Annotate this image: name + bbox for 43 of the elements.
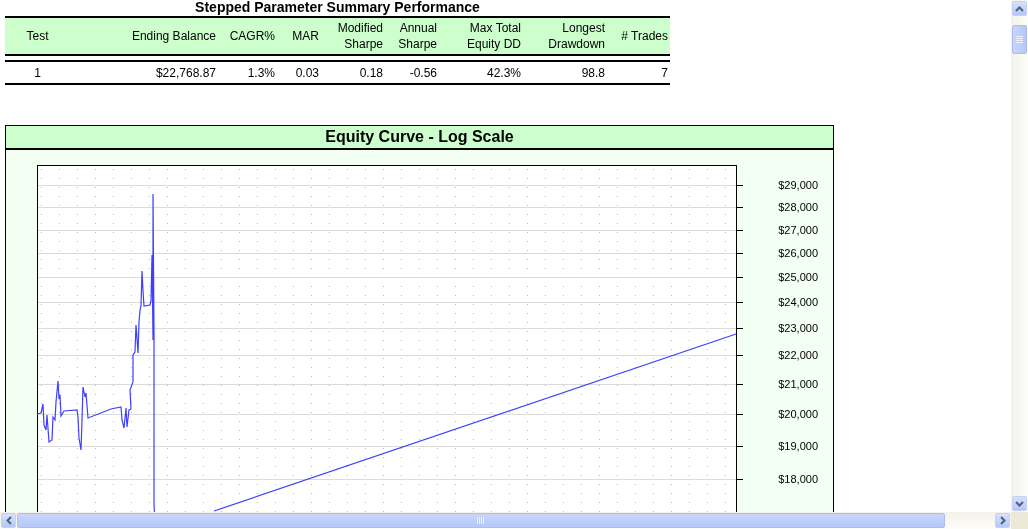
column-header: # Trades (620, 28, 669, 44)
table-cell-text: 1.3% (246, 64, 276, 81)
y-axis-label: $20,000 (778, 408, 818, 420)
scroll-right-button[interactable] (995, 513, 1010, 528)
scrollbar-corner (1011, 512, 1028, 529)
scroll-up-button[interactable] (1012, 1, 1027, 16)
y-axis-label: $27,000 (778, 224, 818, 236)
y-axis-label: $24,000 (778, 296, 818, 308)
scrollbar-thumb[interactable] (1012, 25, 1027, 54)
column-header: Annual Sharpe (397, 20, 438, 52)
table-cell-text: 42.3% (485, 64, 522, 81)
table-cell-text: 0.18 (358, 64, 384, 81)
table-cell-text: 1 (33, 64, 42, 81)
grip-icon (477, 517, 485, 524)
table-cell-text: 98.8 (580, 64, 606, 81)
y-axis-label: $22,000 (778, 349, 818, 361)
y-axis-label: $26,000 (778, 247, 818, 259)
y-axis-label: $21,000 (778, 378, 818, 390)
column-header: MAR (291, 28, 320, 44)
vertical-scrollbar[interactable] (1011, 0, 1028, 512)
report-title: Stepped Parameter Summary Performance (194, 0, 481, 14)
y-axis-label: $19,000 (778, 440, 818, 452)
scrollbar-thumb[interactable] (17, 513, 945, 528)
horizontal-scrollbar[interactable] (0, 512, 1011, 529)
column-header: Ending Balance (130, 28, 217, 44)
y-axis-label: $18,000 (778, 473, 818, 485)
table-cell-text: $22,768.87 (154, 64, 217, 81)
column-header: Max Total Equity DD (465, 20, 522, 52)
column-header: Longest Drawdown (547, 20, 606, 52)
y-axis-label: $29,000 (778, 179, 818, 191)
chart-title: Equity Curve - Log Scale (6, 126, 833, 150)
column-header: Modified Sharpe (336, 20, 384, 52)
y-axis-label: $25,000 (778, 271, 818, 283)
scroll-down-button[interactable] (1012, 496, 1027, 511)
scroll-left-button[interactable] (1, 513, 16, 528)
column-header: Test (25, 28, 50, 44)
table-cell-text: -0.56 (408, 64, 438, 81)
grip-icon (1016, 35, 1023, 44)
table-cell-text: 7 (660, 64, 669, 81)
y-axis-label: $28,000 (778, 201, 818, 213)
table-cell-text: 0.03 (294, 64, 320, 81)
y-axis-label: $23,000 (778, 322, 818, 334)
column-header: CAGR% (228, 28, 276, 44)
